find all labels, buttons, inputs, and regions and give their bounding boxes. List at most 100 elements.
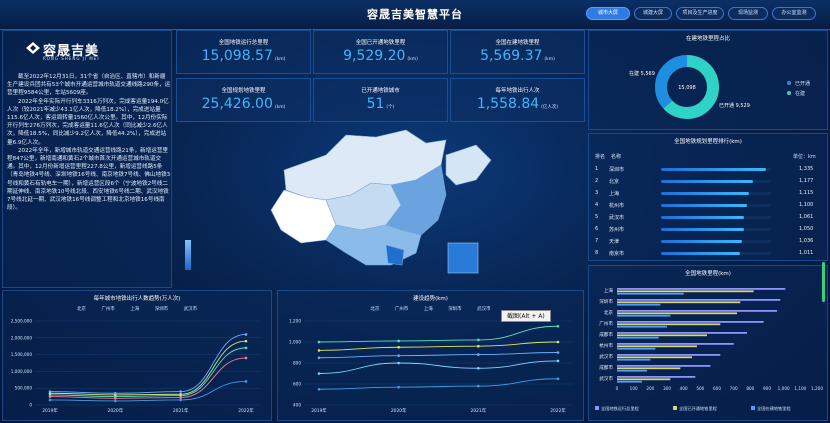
rank-city: 武汉市 xyxy=(609,215,625,221)
rank-value: 1,177 xyxy=(799,178,814,184)
stat-label: 全国地铁运行总里程 xyxy=(218,40,269,46)
rank-city: 天津 xyxy=(609,239,620,245)
legend-item: 深圳市 xyxy=(154,307,169,312)
legend-item: 上海 xyxy=(423,307,433,312)
hbar-bar xyxy=(617,347,656,350)
hbar-bar xyxy=(617,310,777,312)
china-map[interactable] xyxy=(176,125,584,288)
series-point xyxy=(556,359,560,363)
rank-number: 1 xyxy=(595,166,599,172)
ytick: 1,200 xyxy=(289,319,301,324)
xtick: 2019年 xyxy=(311,407,327,414)
nav-tab-office-monitor[interactable]: 办公室监测 xyxy=(772,7,816,20)
hbar-bar xyxy=(617,343,734,345)
series-point xyxy=(477,353,480,356)
hbar-xtick: 100 xyxy=(630,386,638,391)
series-line xyxy=(318,360,559,374)
hbar-bar xyxy=(617,314,671,317)
stat-label: 全国在建地铁里程 xyxy=(495,40,540,46)
hbar-xtick: 900 xyxy=(763,386,771,391)
rank-value: 1,011 xyxy=(799,250,814,256)
series-point xyxy=(397,354,400,357)
legend-item: 北京 xyxy=(76,307,86,312)
nav-tab-construction-screen[interactable]: 城建大屏 xyxy=(634,7,672,20)
hbar-xtick: 800 xyxy=(746,386,754,391)
hbar-xtick: 700 xyxy=(730,386,738,391)
hbar-bar xyxy=(617,312,737,315)
trips-legend: 北京 广州市 上海 深圳市 武汉市 xyxy=(3,306,271,312)
hbar-xtick: 400 xyxy=(680,386,688,391)
hbar-bar xyxy=(617,332,747,334)
stat-value: 25,426.00 xyxy=(201,96,273,112)
donut-legend-opened: 已开通 xyxy=(795,80,810,87)
rank-bar xyxy=(661,228,744,231)
hbar-bar xyxy=(617,336,659,339)
hbar-xtick: 0 xyxy=(616,386,619,391)
ytick: 1,000 xyxy=(289,340,301,345)
series-point xyxy=(477,344,480,348)
hbar-legend-swatch xyxy=(673,406,677,410)
ytick: 1,000,000 xyxy=(11,369,33,374)
legend-item: 武汉市 xyxy=(183,307,198,312)
nav-tab-site-monitor[interactable]: 现场监测 xyxy=(728,7,768,20)
stat-planned-mileage: 全国规划地铁里程 25,426.00 (km) xyxy=(176,78,311,122)
donut-center-text: 15,098 xyxy=(678,85,696,91)
stat-value: 51 xyxy=(366,96,385,112)
series-point xyxy=(556,324,560,328)
series-point xyxy=(317,372,321,375)
rank-value: 1,335 xyxy=(799,166,814,172)
scrollbar[interactable] xyxy=(822,262,825,302)
rank-bar xyxy=(661,204,748,207)
header: 容晟吉美智慧平台 城市大屏 城建大屏 项目及生产进度 现场监测 办公室监测 xyxy=(0,0,830,30)
rank-bar-track xyxy=(661,180,771,183)
stat-value-wrap: 25,426.00 (km) xyxy=(177,96,310,112)
rank-city: 北京 xyxy=(609,179,620,185)
ytick: 2,000,000 xyxy=(11,335,33,340)
rank-header-rank: 排名 xyxy=(595,154,606,160)
rank-row: 6 苏州市 1,050 xyxy=(589,224,829,236)
series-point xyxy=(244,333,248,336)
ytick: 400 xyxy=(293,403,301,408)
hbar-xtick: 1,200 xyxy=(811,386,823,391)
hbar-bar xyxy=(617,376,696,378)
donut-legend-building: 在建 xyxy=(795,90,805,97)
series-point xyxy=(317,387,321,391)
xtick: 2021年 xyxy=(471,407,487,414)
map-legend-bar xyxy=(185,240,191,270)
series-point xyxy=(114,396,117,400)
series-line xyxy=(318,352,559,359)
nav-tab-city-screen[interactable]: 城市大屏 xyxy=(586,7,630,20)
stat-unit: (km) xyxy=(407,57,418,62)
hbar-bar xyxy=(617,354,721,356)
hbar-bar xyxy=(617,367,681,370)
rank-bar xyxy=(661,252,741,255)
hbar-bar xyxy=(617,378,671,381)
trips-trend-panel: 每年城市地铁出行人数趋势(万人次) 北京 广州市 上海 深圳市 武汉市 2,50… xyxy=(2,290,272,421)
map-region-northeast[interactable] xyxy=(445,144,492,186)
series-point xyxy=(244,339,248,343)
series-point xyxy=(48,390,52,393)
ytick: 2,500,000 xyxy=(11,319,33,324)
legend-item: 武汉市 xyxy=(477,307,491,312)
hbar-legend: 全国地铁运行总里程 xyxy=(601,405,640,412)
hbar-bar xyxy=(617,358,651,361)
hbar-bar xyxy=(617,345,697,348)
rank-title: 全国地铁规划里程排行(km) xyxy=(674,139,742,145)
legend-item: 深圳市 xyxy=(448,307,462,312)
nav-tab-progress[interactable]: 项目及生产进度 xyxy=(676,7,724,20)
hbar-chart: 0 100 200 300 400 500 600 700 800 900 1,000 1,100 1,… xyxy=(595,287,823,412)
map-south-sea-inset xyxy=(447,242,479,274)
hbar-bar xyxy=(617,365,711,367)
series-point xyxy=(179,392,182,396)
hbar-city: 成都市 xyxy=(599,364,613,371)
series-point xyxy=(556,377,560,381)
legend-dot-building xyxy=(787,91,791,95)
stat-value: 5,569.37 xyxy=(480,48,543,64)
stat-value-wrap: 15,098.57 (km) xyxy=(177,48,310,64)
stat-value: 15,098.57 xyxy=(201,48,273,64)
intro-paragraph: 2022年全年实际开行列车3316万列次，完成客运量194.0亿人次（较2021… xyxy=(7,98,169,146)
series-point xyxy=(477,384,480,388)
stat-open-mileage: 全国已开通地铁里程 9,529.20 (km) xyxy=(313,30,448,74)
stat-unit: (亿人次) xyxy=(541,105,559,110)
rank-bar xyxy=(661,192,749,195)
